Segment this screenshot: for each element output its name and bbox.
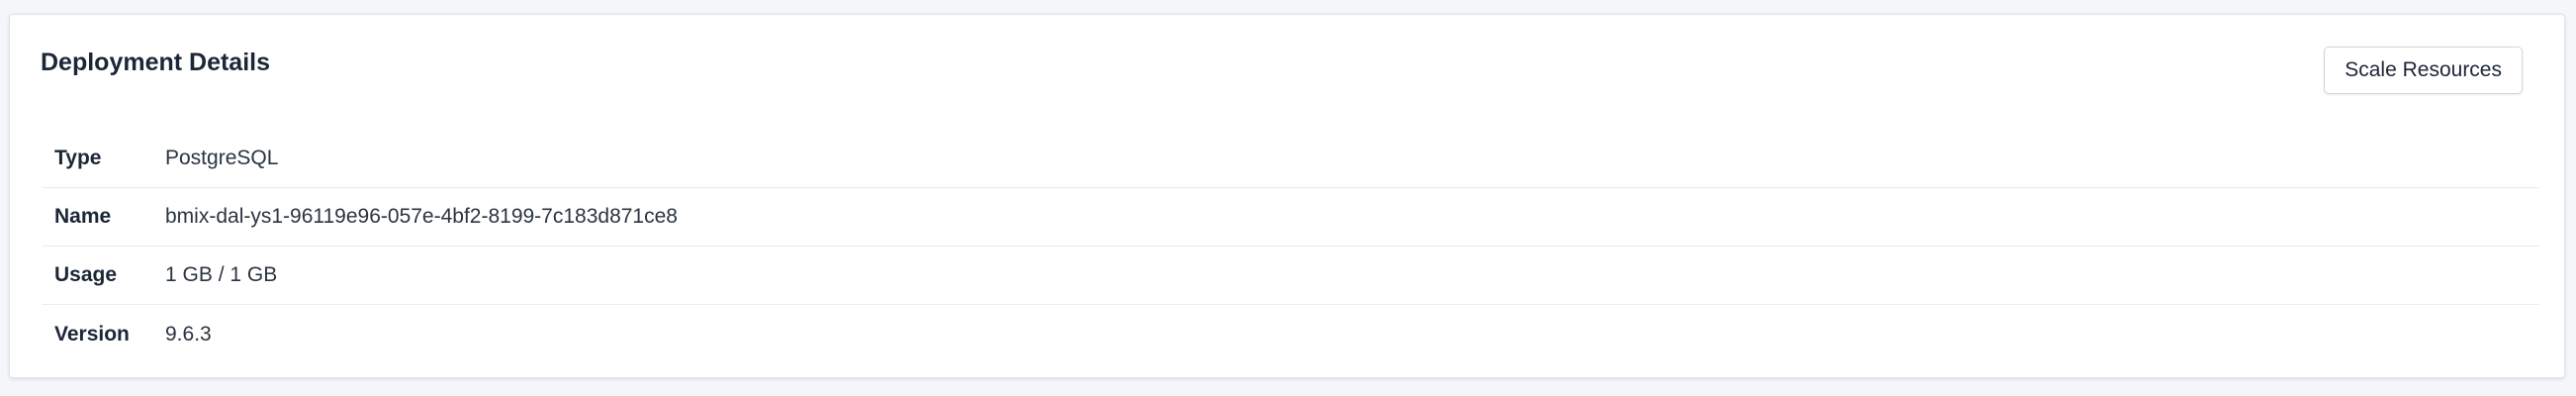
detail-label: Name	[54, 205, 112, 228]
detail-label: Type	[54, 147, 102, 169]
scale-resources-button[interactable]: Scale Resources	[2324, 47, 2523, 94]
detail-value: 9.6.3	[165, 322, 212, 346]
details-table: Type PostgreSQL Name bmix-dal-ys1-96119e…	[43, 130, 2539, 363]
deployment-details-card: Deployment Details Scale Resources Type …	[9, 14, 2565, 378]
detail-value: 1 GB / 1 GB	[165, 263, 278, 286]
detail-value: PostgreSQL	[165, 147, 279, 169]
detail-row-type: Type PostgreSQL	[43, 130, 2539, 188]
detail-label: Usage	[54, 263, 118, 286]
detail-label: Version	[54, 322, 130, 346]
card-title: Deployment Details	[41, 49, 271, 76]
detail-row-version: Version 9.6.3	[43, 305, 2539, 363]
detail-row-usage: Usage 1 GB / 1 GB	[43, 247, 2539, 305]
detail-value: bmix-dal-ys1-96119e96-057e-4bf2-8199-7c1…	[165, 205, 678, 228]
detail-row-name: Name bmix-dal-ys1-96119e96-057e-4bf2-819…	[43, 188, 2539, 247]
